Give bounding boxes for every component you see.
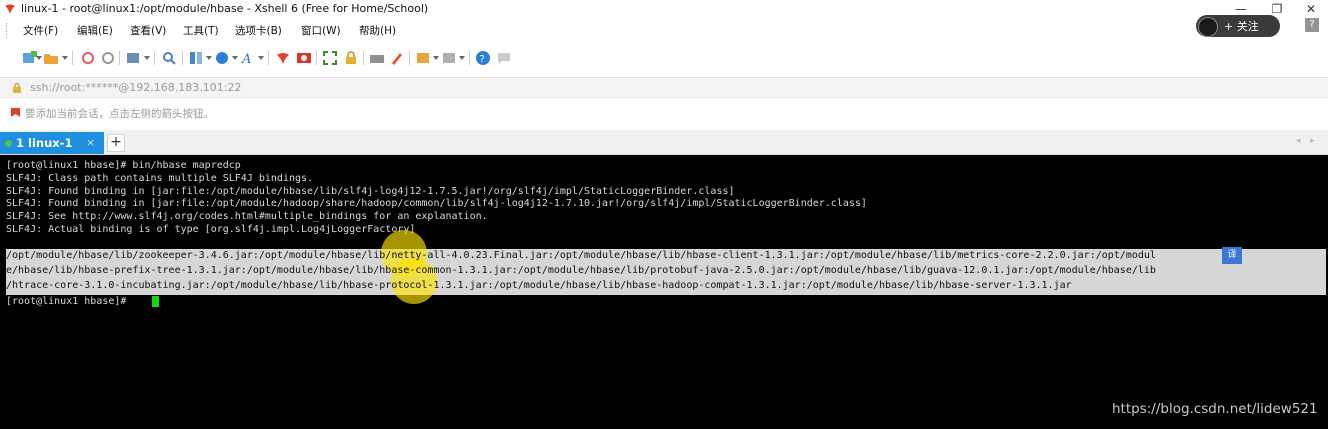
chevron-down-icon[interactable] — [62, 56, 68, 60]
uploader-avatar — [1198, 17, 1218, 37]
menu-grip — [6, 23, 9, 38]
bookmark-arrow-icon[interactable] — [10, 107, 21, 118]
menu-file[interactable]: 文件(F) — [23, 23, 58, 38]
chevron-down-icon[interactable] — [206, 56, 212, 60]
title-bar: linux-1 - root@linux1:/opt/module/hbase … — [0, 0, 1328, 19]
session-hint-bar: 要添加当前会话，点击左侧的箭头按钮。 — [0, 99, 1328, 127]
chevron-down-icon[interactable] — [459, 56, 465, 60]
globe-icon[interactable] — [214, 50, 230, 66]
font-icon[interactable]: A — [240, 50, 256, 66]
address-text: ssh://root:******@192.168.183.101:22 — [30, 81, 242, 94]
help-icon[interactable]: ? — [475, 50, 491, 66]
chevron-down-icon[interactable] — [232, 56, 238, 60]
chevron-down-icon[interactable] — [433, 56, 439, 60]
address-bar[interactable]: ssh://root:******@192.168.183.101:22 — [0, 77, 1328, 100]
chevron-down-icon[interactable] — [258, 56, 264, 60]
watermark: Coder影视 — [1084, 40, 1201, 65]
xmanager-icon[interactable] — [296, 50, 312, 66]
terminal-line: SLF4J: Found binding in [jar:file:/opt/m… — [6, 186, 735, 197]
transfer-icon[interactable] — [188, 50, 204, 66]
source-credit: https://blog.csdn.net/lidew521 — [1112, 401, 1318, 417]
toolbar-separator — [316, 51, 317, 65]
toolbar-separator — [469, 51, 470, 65]
menu-help[interactable]: 帮助(H) — [359, 23, 396, 38]
fullscreen-icon[interactable] — [322, 50, 338, 66]
toolbar-separator — [363, 51, 364, 65]
close-button[interactable]: ✕ — [1296, 0, 1326, 19]
session-manager-icon[interactable] — [415, 50, 431, 66]
menu-tools[interactable]: 工具(T) — [183, 23, 219, 38]
menu-view[interactable]: 查看(V) — [130, 23, 166, 38]
highlight-icon[interactable] — [389, 50, 405, 66]
tab-linux-1[interactable]: 1 linux-1 × — [0, 132, 104, 154]
svg-text:?: ? — [480, 54, 485, 65]
xftp-icon[interactable] — [275, 50, 291, 66]
follow-button[interactable]: + 关注 — [1196, 15, 1280, 37]
toolbar-separator — [182, 51, 183, 65]
tab-scroll-right-icon[interactable]: ▸ — [1310, 136, 1315, 146]
lock-icon — [13, 82, 21, 93]
keyboard-icon[interactable] — [369, 50, 385, 66]
connected-status-icon — [5, 140, 12, 147]
toolbar-separator — [409, 51, 410, 65]
tab-strip: 1 linux-1 × + ◂ ▸ — [0, 130, 1328, 155]
toolbar-separator — [72, 51, 73, 65]
terminal-line: SLF4J: Found binding in [jar:file:/opt/m… — [6, 198, 867, 209]
selected-line: /htrace-core-3.1.0-incubating.jar:/opt/m… — [6, 280, 1072, 291]
help-icon[interactable]: ? — [1305, 18, 1319, 32]
layout-icon[interactable] — [441, 50, 457, 66]
translate-icon[interactable]: 译 — [1222, 247, 1242, 264]
disconnect-icon[interactable] — [100, 50, 116, 66]
chevron-down-icon[interactable] — [144, 56, 150, 60]
terminal-line: [root@linux1 hbase]# bin/hbase mapredcp — [6, 160, 241, 171]
tab-close-icon[interactable]: × — [86, 136, 95, 149]
add-tab-button[interactable]: + — [107, 134, 125, 152]
menu-window[interactable]: 窗口(W) — [301, 23, 341, 38]
toolbar-separator — [268, 51, 269, 65]
chat-icon[interactable] — [496, 50, 512, 66]
tab-scroll-left-icon[interactable]: ◂ — [1296, 136, 1301, 146]
terminal[interactable]: [root@linux1 hbase]# bin/hbase mapredcp … — [0, 155, 1328, 429]
toolbar-separator — [119, 51, 120, 65]
terminal-line: SLF4J: Class path contains multiple SLF4… — [6, 173, 314, 184]
terminal-line: SLF4J: Actual binding is of type [org.sl… — [6, 224, 416, 235]
chevron-down-icon[interactable] — [36, 56, 42, 60]
terminal-cursor — [152, 296, 159, 307]
hint-text: 要添加当前会话，点击左侧的箭头按钮。 — [25, 108, 214, 120]
properties-icon[interactable] — [125, 50, 141, 66]
window-title: linux-1 - root@linux1:/opt/module/hbase … — [21, 2, 429, 15]
tab-label: 1 linux-1 — [16, 136, 73, 150]
follow-label: + 关注 — [1224, 20, 1259, 33]
xshell-app-icon — [5, 4, 15, 14]
selected-line: /opt/module/hbase/lib/zookeeper-3.4.6.ja… — [6, 250, 1156, 261]
selected-line: e/hbase/lib/hbase-prefix-tree-1.3.1.jar:… — [6, 265, 1156, 276]
svg-text:A: A — [241, 52, 251, 66]
search-icon[interactable] — [161, 50, 177, 66]
reconnect-icon[interactable] — [80, 50, 96, 66]
menu-tabs[interactable]: 选项卡(B) — [235, 23, 282, 38]
terminal-line: SLF4J: See http://www.slf4j.org/codes.ht… — [6, 211, 488, 222]
menu-edit[interactable]: 编辑(E) — [77, 23, 113, 38]
open-folder-icon[interactable] — [43, 50, 59, 66]
terminal-prompt: [root@linux1 hbase]# — [6, 296, 127, 307]
lock-icon[interactable] — [343, 50, 359, 66]
toolbar-separator — [154, 51, 155, 65]
